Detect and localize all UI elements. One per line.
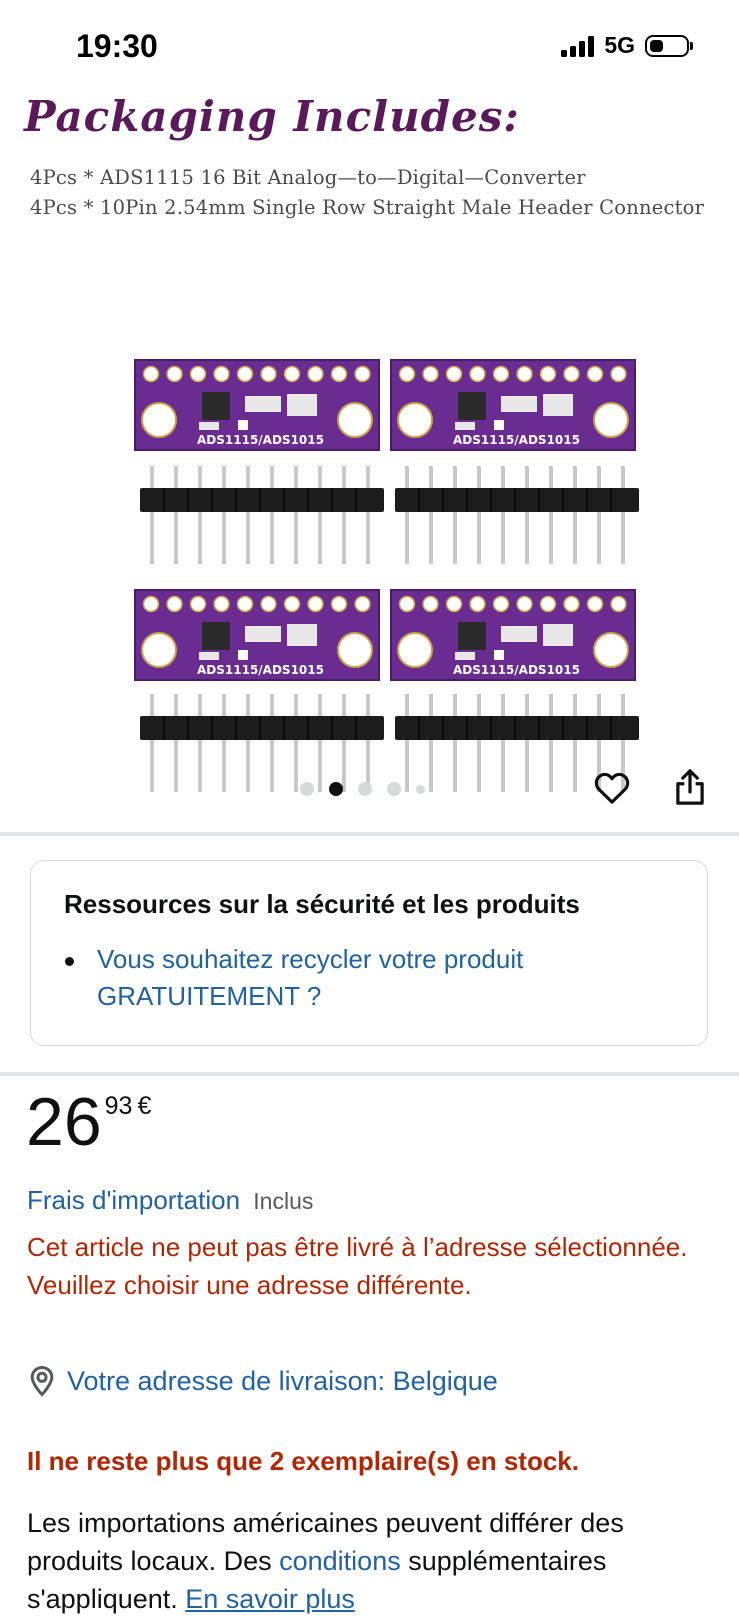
section-divider — [0, 832, 739, 836]
network-label: 5G — [604, 32, 635, 58]
import-fees-row: Frais d'importation Inclus — [27, 1185, 313, 1216]
bullet-icon — [65, 957, 74, 966]
packaging-line-1: 4Pcs * ADS1115 16 Bit Analog—to—Digital—… — [30, 166, 586, 189]
learn-more-link[interactable]: En savoir plus — [185, 1584, 355, 1614]
import-fees-link[interactable]: Frais d'importation — [27, 1185, 240, 1215]
battery-icon — [645, 34, 693, 57]
price-whole: 26 — [26, 1084, 102, 1160]
carousel-dot[interactable] — [300, 782, 314, 796]
boards-illustration: ADS1115/ADS1015 ADS1115/ADS1015 ADS1115/AD… — [134, 359, 639, 792]
carousel-controls — [0, 768, 739, 818]
heart-icon[interactable] — [592, 768, 632, 808]
location-pin-icon — [30, 1365, 54, 1397]
price-currency: € — [137, 1092, 152, 1120]
packaging-line-2: 4Pcs * 10Pin 2.54mm Single Row Straight … — [30, 196, 705, 219]
adc-board: ADS1115/ADS1015 — [134, 589, 380, 681]
carousel-dot[interactable] — [387, 782, 401, 796]
carousel-dot-active[interactable] — [329, 782, 343, 796]
share-icon[interactable] — [670, 766, 710, 808]
packaging-title: Packaging Includes: — [24, 92, 520, 141]
delivery-address-link[interactable]: Votre adresse de livraison: Belgique — [27, 1365, 498, 1397]
signal-icon — [561, 35, 595, 57]
price-fraction: 93 — [104, 1092, 133, 1120]
carousel-dot[interactable] — [416, 784, 425, 794]
adc-board: ADS1115/ADS1015 — [390, 359, 636, 451]
adc-board: ADS1115/ADS1015 — [390, 589, 636, 681]
stock-status: Il ne reste plus que 2 exemplaire(s) en … — [27, 1446, 579, 1476]
section-divider — [0, 1072, 739, 1076]
carousel-dot[interactable] — [358, 782, 372, 796]
import-note: Les importations américaines peuvent dif… — [27, 1504, 717, 1618]
delivery-warning: Cet article ne peut pas être livré à l’a… — [27, 1232, 688, 1300]
carousel-dots — [300, 782, 425, 796]
status-bar: 19:30 5G — [0, 0, 739, 90]
status-time: 19:30 — [76, 28, 158, 64]
svg-text:ADS1115/ADS1015: ADS1115/ADS1015 — [453, 663, 580, 677]
svg-text:ADS1115/ADS1015: ADS1115/ADS1015 — [197, 433, 324, 447]
pin-header — [140, 466, 384, 564]
pin-header — [395, 466, 639, 564]
safety-resources-card: Ressources sur la sécurité et les produi… — [30, 860, 708, 1046]
svg-text:ADS1115/ADS1015: ADS1115/ADS1015 — [453, 433, 580, 447]
adc-board: ADS1115/ADS1015 — [134, 359, 380, 451]
resources-title: Ressources sur la sécurité et les produi… — [64, 889, 580, 919]
recycle-link[interactable]: Vous souhaitez recycler votre produit GR… — [97, 941, 637, 1015]
conditions-link[interactable]: conditions — [279, 1546, 401, 1576]
status-icons: 5G — [561, 32, 693, 59]
import-fees-status: Inclus — [253, 1188, 314, 1214]
svg-text:ADS1115/ADS1015: ADS1115/ADS1015 — [197, 663, 324, 677]
product-image[interactable]: Packaging Includes: 4Pcs * ADS1115 16 Bi… — [0, 88, 739, 792]
delivery-address-text: Votre adresse de livraison: Belgique — [67, 1365, 498, 1396]
price: 26 93 € — [26, 1082, 151, 1162]
